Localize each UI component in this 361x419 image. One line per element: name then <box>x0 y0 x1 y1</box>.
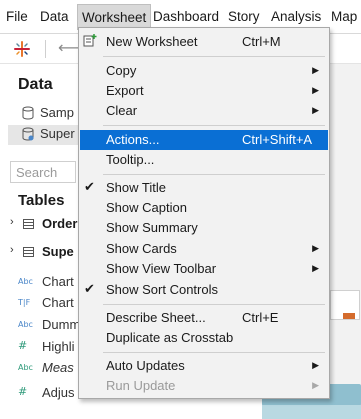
menu-item-label: Show Sort Controls <box>106 282 218 297</box>
table-label: Supe <box>42 244 74 259</box>
menu-item-label: Show Caption <box>106 200 187 215</box>
menu-item-label: Export <box>106 83 144 98</box>
field-item[interactable]: # Adjus <box>12 384 82 404</box>
tables-heading: Tables <box>18 192 65 209</box>
toolbar-separator <box>45 40 46 58</box>
field-item[interactable]: T|F Chart <box>12 294 82 314</box>
field-item[interactable]: Abc Dumm <box>12 316 82 336</box>
menu-item-label: Show Title <box>106 180 166 195</box>
menu-separator <box>103 352 325 353</box>
chevron-right-icon[interactable]: › <box>10 244 14 256</box>
checkmark-icon: ✔ <box>84 179 95 194</box>
data-source-item[interactable]: Super <box>8 125 78 145</box>
menu-item-label: Run Update <box>106 378 176 393</box>
submenu-arrow-icon: ▶ <box>312 263 319 273</box>
menu-separator <box>103 174 325 175</box>
field-item[interactable]: # Highli <box>12 338 82 358</box>
field-item[interactable]: Abc Meas <box>12 359 82 379</box>
field-label: Chart <box>42 274 74 289</box>
menu-item-clear[interactable]: Clear ▶ <box>80 101 328 121</box>
string-type-icon: Abc <box>18 320 33 329</box>
menu-item-shortcut: Ctrl+E <box>242 310 279 325</box>
menu-separator <box>103 304 325 305</box>
menu-item-label: Copy <box>106 63 137 78</box>
submenu-arrow-icon: ▶ <box>312 243 319 253</box>
menu-item-show-summary[interactable]: Show Summary <box>80 218 328 238</box>
menu-map[interactable]: Map <box>331 9 357 24</box>
menu-dashboard[interactable]: Dashboard <box>153 9 219 24</box>
menu-separator <box>103 56 325 57</box>
string-type-icon: Abc <box>18 363 33 372</box>
data-source-label: Samp <box>40 105 74 120</box>
menu-item-describe-sheet[interactable]: Describe Sheet... Ctrl+E <box>80 308 328 328</box>
field-label: Highli <box>42 339 75 354</box>
pill-bar-lower <box>262 405 361 419</box>
menu-item-label: Clear <box>106 103 138 118</box>
menu-item-duplicate-crosstab[interactable]: Duplicate as Crosstab <box>80 328 328 348</box>
menu-item-label: Actions... <box>106 132 160 147</box>
menu-item-copy[interactable]: Copy ▶ <box>80 61 328 81</box>
table-item[interactable]: › Order <box>8 215 80 235</box>
menu-item-label: Show Summary <box>106 220 198 235</box>
menu-analysis[interactable]: Analysis <box>271 9 321 24</box>
menu-story[interactable]: Story <box>228 9 260 24</box>
menu-item-label: New Worksheet <box>106 34 198 49</box>
submenu-arrow-icon: ▶ <box>312 105 319 115</box>
menu-item-tooltip[interactable]: Tooltip... <box>80 150 328 170</box>
field-item[interactable]: Abc Chart <box>12 273 82 293</box>
menu-item-label: Show View Toolbar <box>106 261 217 276</box>
submenu-arrow-icon: ▶ <box>312 360 319 370</box>
table-label: Order <box>42 216 78 231</box>
table-item[interactable]: › Supe <box>8 243 80 263</box>
submenu-arrow-icon: ▶ <box>312 85 319 95</box>
database-link-icon <box>22 127 34 141</box>
menu-item-show-sort-controls[interactable]: ✔ Show Sort Controls <box>80 280 328 300</box>
menu-item-auto-updates[interactable]: Auto Updates ▶ <box>80 356 328 376</box>
menu-item-label: Tooltip... <box>106 152 155 167</box>
menu-item-shortcut: Ctrl+M <box>242 34 281 49</box>
menu-item-show-caption[interactable]: Show Caption <box>80 198 328 218</box>
menu-item-show-view-toolbar[interactable]: Show View Toolbar ▶ <box>80 259 328 279</box>
data-pane-title: Data <box>18 76 53 93</box>
field-label: Adjus <box>42 385 75 400</box>
menu-item-export[interactable]: Export ▶ <box>80 81 328 101</box>
menu-item-shortcut: Ctrl+Shift+A <box>242 132 313 147</box>
checkmark-icon: ✔ <box>84 281 95 296</box>
menu-item-run-update: Run Update ▶ <box>80 376 328 396</box>
string-type-icon: Abc <box>18 277 33 286</box>
number-type-icon: # <box>18 339 28 352</box>
table-grid-icon <box>23 219 34 229</box>
menu-item-label: Duplicate as Crosstab <box>106 330 234 345</box>
field-label: Chart <box>42 295 74 310</box>
menu-separator <box>103 125 325 126</box>
menu-item-label: Show Cards <box>106 241 177 256</box>
field-label: Dumm <box>42 317 81 332</box>
menu-item-label: Describe Sheet... <box>106 310 206 325</box>
database-icon <box>22 106 34 120</box>
tableau-logo-icon[interactable] <box>13 40 31 58</box>
submenu-arrow-icon: ▶ <box>312 65 319 75</box>
menu-item-actions[interactable]: Actions... Ctrl+Shift+A <box>80 130 328 150</box>
worksheet-menu: New Worksheet Ctrl+M Copy ▶ Export ▶ Cle… <box>78 27 330 399</box>
search-placeholder: Search <box>16 165 58 180</box>
menu-item-label: Auto Updates <box>106 358 185 373</box>
data-source-label: Super <box>40 126 75 141</box>
menu-item-new-worksheet[interactable]: New Worksheet Ctrl+M <box>80 32 328 52</box>
menu-file[interactable]: File <box>6 9 28 24</box>
number-type-icon: # <box>18 385 28 398</box>
menu-item-show-title[interactable]: ✔ Show Title <box>80 178 328 198</box>
search-field[interactable]: Search <box>10 161 76 183</box>
menu-item-show-cards[interactable]: Show Cards ▶ <box>80 239 328 259</box>
submenu-arrow-icon: ▶ <box>312 380 319 390</box>
field-label: Meas <box>42 360 74 375</box>
orange-mark <box>343 313 355 319</box>
new-worksheet-icon <box>83 34 97 47</box>
menu-data[interactable]: Data <box>40 9 69 24</box>
boolean-type-icon: T|F <box>18 298 31 307</box>
data-source-item[interactable]: Samp <box>8 104 78 124</box>
table-grid-icon <box>23 247 34 257</box>
chevron-right-icon[interactable]: › <box>10 216 14 228</box>
